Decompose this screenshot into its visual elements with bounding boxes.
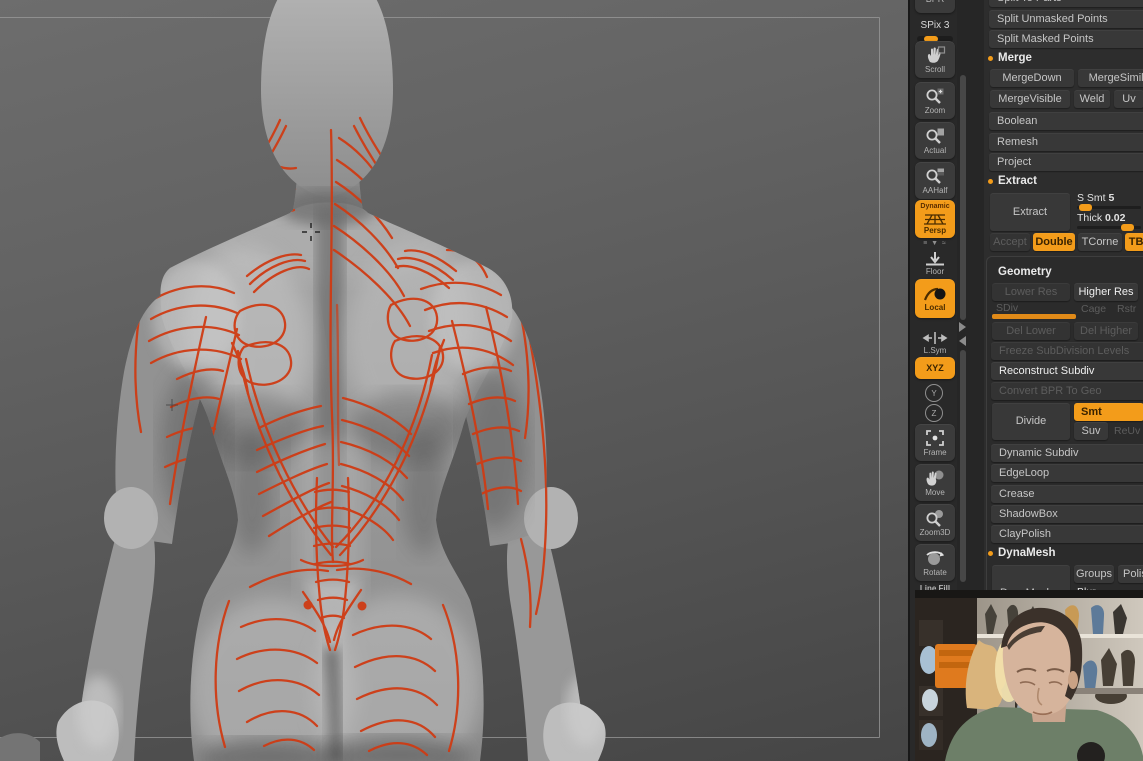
lower-res-button[interactable]: Lower Res <box>992 283 1070 301</box>
symmetry-arrows-icon <box>922 332 948 344</box>
edgeloop-bar[interactable]: EdgeLoop <box>991 464 1143 482</box>
polish-toggle[interactable]: Polish <box>1118 565 1143 583</box>
sdiv-slider[interactable] <box>992 314 1076 319</box>
frame-button[interactable]: Frame <box>915 424 955 461</box>
merge-section-dot <box>988 56 993 61</box>
split-masked-button[interactable]: Split Masked Points <box>989 30 1143 48</box>
suv-toggle[interactable]: Suv <box>1074 422 1108 440</box>
rotate-button[interactable]: Rotate <box>915 544 955 581</box>
mini-toggle-glyphs[interactable]: ≡ ▼ ≈ <box>910 240 960 247</box>
y-rotate-icon[interactable]: Y <box>925 384 943 402</box>
higher-res-button[interactable]: Higher Res <box>1074 283 1138 301</box>
crease-bar[interactable]: Crease <box>991 485 1143 503</box>
dynamic-subdiv-bar[interactable]: Dynamic Subdiv <box>991 444 1143 462</box>
magnifier-actual-icon <box>926 128 944 144</box>
uv-button[interactable]: Uv <box>1114 90 1143 108</box>
sdiv-slider-label: SDiv <box>996 302 1019 314</box>
move-hand-icon <box>926 470 944 486</box>
del-lower-button[interactable]: Del Lower <box>992 322 1070 340</box>
local-pivot-icon <box>923 287 946 301</box>
extract-section-header[interactable]: Extract <box>998 174 1037 188</box>
merge-similar-button[interactable]: MergeSimilar <box>1078 69 1143 87</box>
thick-slider[interactable] <box>1077 224 1141 231</box>
magnifier-half-icon <box>926 168 944 184</box>
extract-section-dot <box>988 179 993 184</box>
rotate-sphere-icon <box>926 551 944 565</box>
move-button[interactable]: Move <box>915 464 955 501</box>
scroll-button[interactable]: Scroll <box>915 41 955 78</box>
boolean-section-bar[interactable]: Boolean <box>989 112 1143 130</box>
scrollbar[interactable] <box>960 75 966 320</box>
reconstruct-subdiv-button[interactable]: Reconstruct Subdiv <box>991 362 1143 380</box>
merge-down-button[interactable]: MergeDown <box>990 69 1074 87</box>
zoom-button[interactable]: Zoom <box>915 82 955 119</box>
tcorne-button[interactable]: TCorne <box>1078 233 1122 251</box>
claypolish-bar[interactable]: ClayPolish <box>991 525 1143 543</box>
rstr-button[interactable]: Rstr <box>1117 303 1136 315</box>
extract-button[interactable]: Extract <box>990 193 1070 231</box>
split-unmasked-button[interactable]: Split Unmasked Points <box>989 10 1143 28</box>
groups-toggle[interactable]: Groups <box>1074 565 1114 583</box>
reuv-button[interactable]: ReUv <box>1114 425 1140 437</box>
actual-button[interactable]: Actual <box>915 122 955 159</box>
divide-button[interactable]: Divide <box>992 403 1070 440</box>
s-smt-slider[interactable] <box>1077 204 1141 211</box>
collapse-left-arrow[interactable] <box>959 336 966 346</box>
merge-section-header[interactable]: Merge <box>998 51 1032 65</box>
zoom3d-button[interactable]: Zoom3D <box>915 504 955 541</box>
collapse-right-arrow[interactable] <box>959 322 966 332</box>
thick-slider-label: Thick 0.02 <box>1077 212 1126 224</box>
local-button[interactable]: Local <box>915 279 955 318</box>
webcam-video <box>915 590 1143 761</box>
presenter-webcam <box>915 590 1143 761</box>
merge-visible-button[interactable]: MergeVisible <box>990 90 1070 108</box>
xyz-button[interactable]: XYZ <box>915 357 955 379</box>
shadowbox-bar[interactable]: ShadowBox <box>991 505 1143 523</box>
split-to-parts-button[interactable]: Split To Parts <box>989 0 1143 7</box>
cage-button[interactable]: Cage <box>1081 303 1106 315</box>
floor-button[interactable]: Floor <box>915 250 955 276</box>
z-rotate-icon[interactable]: Z <box>925 404 943 422</box>
scrollbar[interactable] <box>960 350 966 582</box>
floor-arrow-icon <box>926 252 944 266</box>
perspective-grid-icon <box>924 214 946 225</box>
bpr-button[interactable]: BPR <box>915 0 955 13</box>
convert-bpr-button[interactable]: Convert BPR To Geo <box>991 382 1143 400</box>
dynamesh-section-header[interactable]: DynaMesh <box>998 546 1056 560</box>
sculpt-figure <box>0 0 880 761</box>
project-section-bar[interactable]: Project <box>989 153 1143 171</box>
frame-icon <box>926 430 944 446</box>
weld-button[interactable]: Weld <box>1074 90 1110 108</box>
hand-scroll-icon <box>927 46 946 63</box>
remesh-section-bar[interactable]: Remesh <box>989 133 1143 151</box>
zbrush-window: BPR SPix 3 Scroll Zoom <box>0 0 1143 761</box>
double-button[interactable]: Double <box>1033 233 1075 251</box>
sculpt-viewport[interactable] <box>0 0 908 761</box>
freeze-subdivision-button[interactable]: Freeze SubDivision Levels <box>991 342 1143 360</box>
lsym-button[interactable]: L.Sym <box>915 330 955 355</box>
tbord-button[interactable]: TBord <box>1125 233 1143 251</box>
persp-button[interactable]: Dynamic Persp <box>915 200 955 238</box>
dynamesh-section-dot <box>988 551 993 556</box>
magnifier-3d-icon <box>926 510 943 527</box>
aahalf-button[interactable]: AAHalf <box>915 162 955 199</box>
s-smt-slider-label: S Smt 5 <box>1077 192 1115 204</box>
smt-toggle[interactable]: Smt <box>1074 403 1143 421</box>
magnifier-plus-icon <box>926 88 944 104</box>
del-higher-button[interactable]: Del Higher <box>1074 322 1138 340</box>
spix-slider[interactable]: SPix 3 <box>914 15 956 42</box>
accept-button[interactable]: Accept <box>990 233 1030 251</box>
geometry-title[interactable]: Geometry <box>998 265 1052 279</box>
